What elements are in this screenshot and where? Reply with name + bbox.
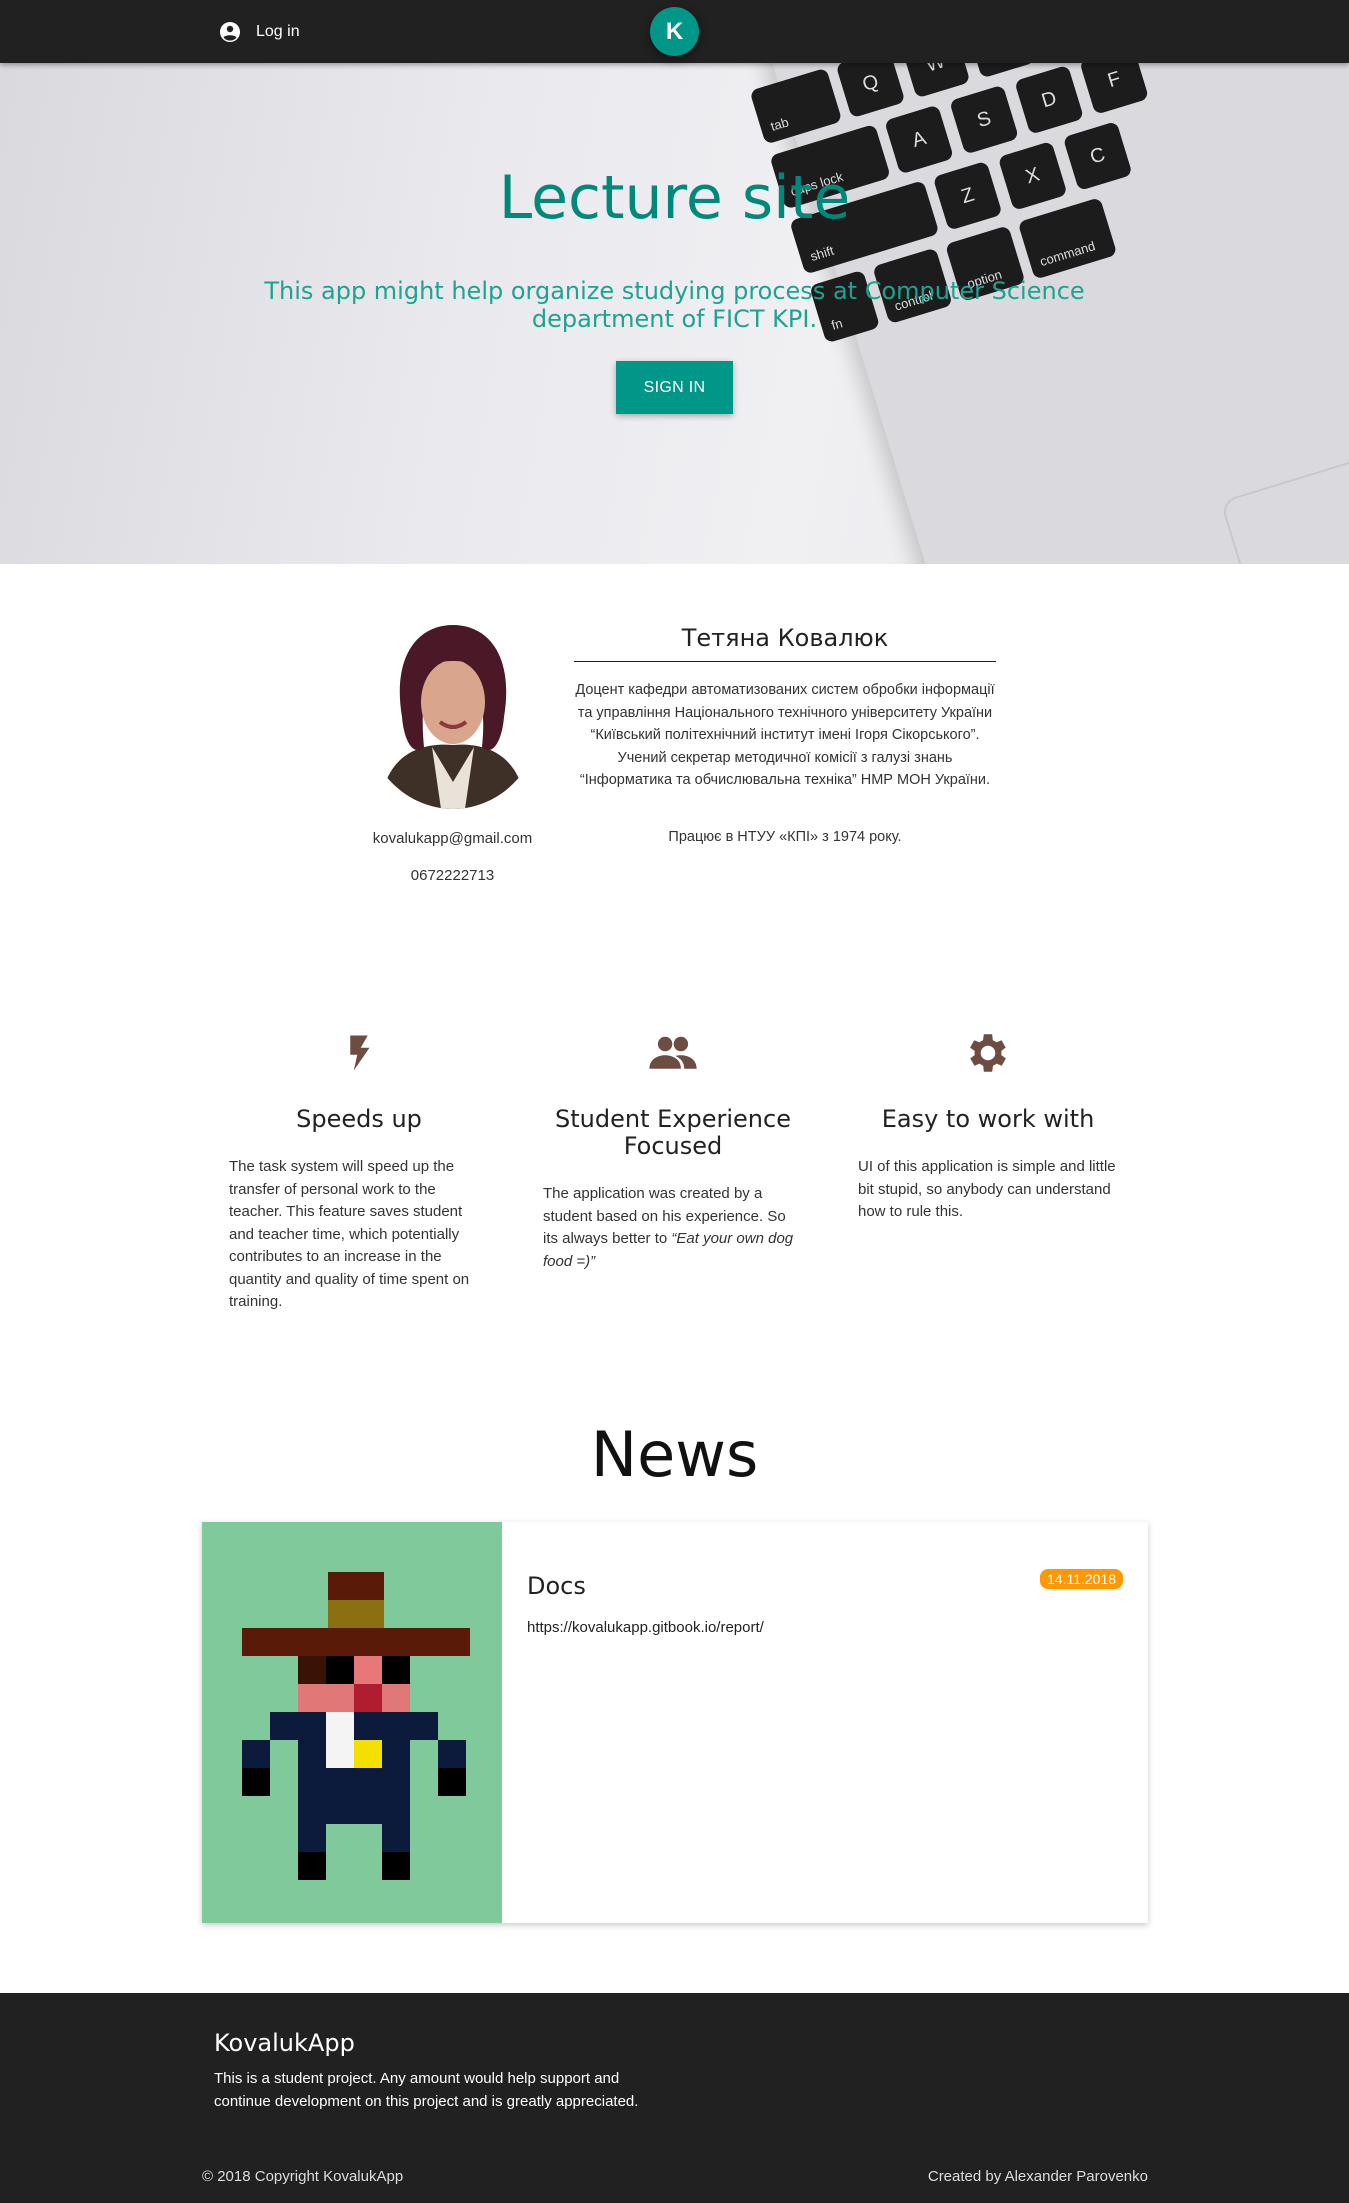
- feature-text: The task system will speed up the transf…: [229, 1158, 470, 1310]
- keyboard-key: S: [949, 84, 1020, 155]
- profile-phone: 0672222713: [410, 867, 495, 884]
- login-label: Log in: [256, 23, 300, 40]
- profile-divider: [574, 661, 996, 662]
- profile-work-since: Працює в НТУУ «КПІ» з 1974 року.: [668, 829, 902, 845]
- login-link[interactable]: Log in: [218, 20, 300, 44]
- news-card[interactable]: Docs https://kovalukapp.gitbook.io/repor…: [202, 1522, 1148, 1923]
- footer-brand: KovalukApp: [214, 2029, 355, 2057]
- hero-section: Q W E tab A S D F caps lock Z X C shift …: [0, 63, 1349, 564]
- profile-avatar: [362, 607, 544, 809]
- hero-subtitle: This app might help organize studying pr…: [264, 277, 1085, 333]
- feature-text: The application was created by a student…: [543, 1185, 794, 1270]
- news-card-link[interactable]: https://kovalukapp.gitbook.io/report/: [527, 1619, 764, 1636]
- footer-description: This is a student project. Any amount wo…: [214, 2070, 639, 2110]
- page-footer: KovalukApp This is a student project. An…: [0, 1993, 1349, 2203]
- lightning-icon: [350, 1035, 370, 1071]
- logo-letter: K: [665, 17, 684, 45]
- account-circle-icon: [220, 22, 240, 42]
- keyboard-key: Q: [835, 63, 906, 119]
- top-navbar: Log in K: [0, 0, 1349, 63]
- keyboard-key: W: [900, 63, 971, 99]
- app-logo[interactable]: K: [650, 7, 699, 56]
- hero-title: Lecture site: [498, 163, 851, 233]
- people-icon: [649, 1036, 697, 1069]
- news-card-title: Docs: [527, 1572, 586, 1600]
- feature-title: Speeds up: [296, 1105, 422, 1133]
- feature-title: Easy to work with: [881, 1105, 1095, 1133]
- profile-description: Доцент кафедри автоматизованих систем об…: [575, 682, 995, 788]
- pixel-cowboy-icon: [202, 1522, 502, 1923]
- profile-photo: [362, 607, 544, 809]
- feature-title: Student Experience Focused: [555, 1105, 791, 1160]
- footer-credits: Created by Alexander Parovenko: [927, 2168, 1148, 2185]
- keyboard-key: D: [1014, 64, 1085, 135]
- keyboard-key: F: [1079, 63, 1150, 115]
- profile-email[interactable]: kovalukapp@gmail.com: [290, 830, 615, 847]
- trackpad: [1220, 390, 1349, 564]
- news-heading: News: [590, 1418, 759, 1491]
- sign-in-button[interactable]: SIGN IN: [616, 361, 733, 414]
- keyboard-key: tab: [749, 67, 843, 145]
- profile-name: Тетяна Ковалюк: [681, 624, 889, 652]
- news-card-image: [202, 1522, 502, 1923]
- gear-icon: [970, 1034, 1006, 1072]
- keyboard-key: E: [965, 63, 1036, 79]
- footer-copyright: © 2018 Copyright KovalukApp: [202, 2168, 404, 2185]
- feature-text: UI of this application is simple and lit…: [858, 1158, 1116, 1220]
- news-date-badge: 14.11.2018: [1040, 1569, 1124, 1589]
